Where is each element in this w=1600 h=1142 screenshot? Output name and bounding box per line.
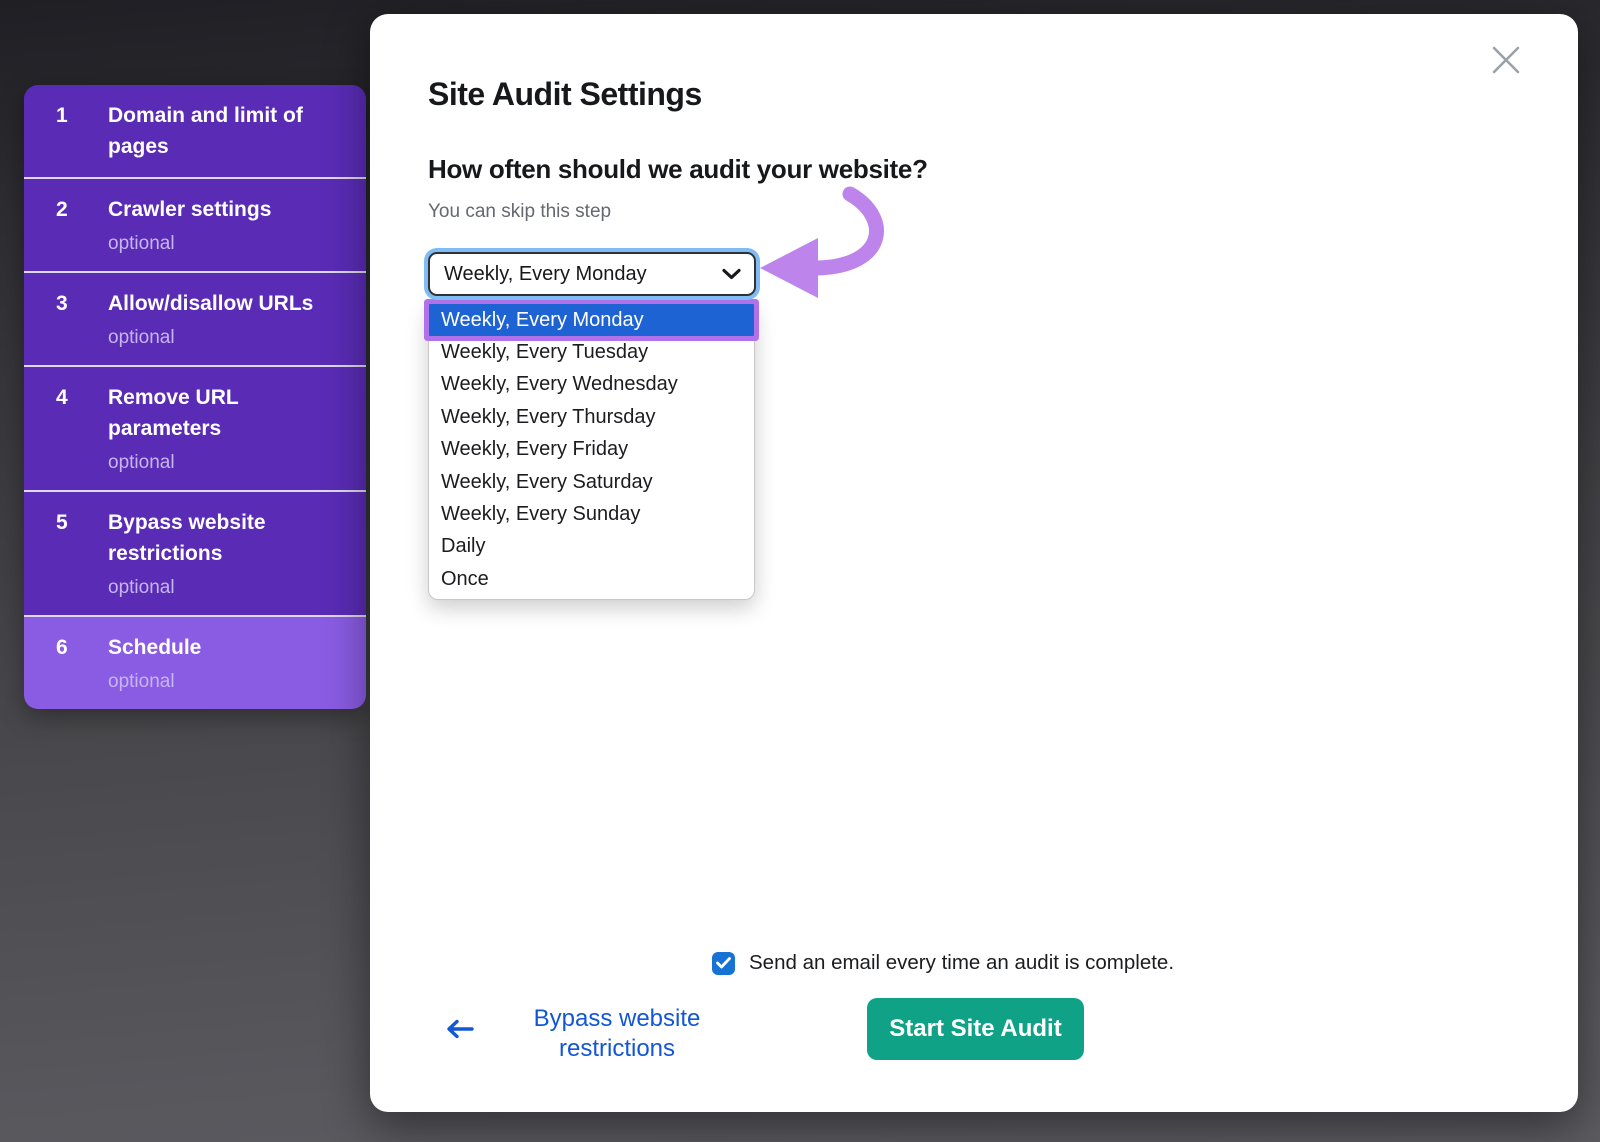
wizard-steps-sidebar: 1 Domain and limit of pages 2 Crawler se… bbox=[24, 85, 366, 709]
dropdown-option-3[interactable]: Weekly, Every Wednesday bbox=[429, 369, 754, 401]
close-icon[interactable] bbox=[1486, 40, 1526, 80]
step-number: 2 bbox=[56, 194, 108, 256]
annotation-arrow bbox=[752, 186, 902, 311]
sidebar-step-1[interactable]: 1 Domain and limit of pages bbox=[24, 85, 366, 177]
step-optional-label: optional bbox=[108, 325, 313, 350]
sidebar-step-5[interactable]: 5 Bypass website restrictions optional bbox=[24, 490, 366, 615]
email-checkbox-label: Send an email every time an audit is com… bbox=[749, 951, 1174, 975]
start-site-audit-button[interactable]: Start Site Audit bbox=[867, 998, 1084, 1060]
frequency-select[interactable]: Weekly, Every Monday bbox=[428, 252, 756, 296]
step-title: Domain and limit of pages bbox=[108, 100, 346, 162]
sidebar-step-3[interactable]: 3 Allow/disallow URLs optional bbox=[24, 271, 366, 365]
step-optional-label: optional bbox=[108, 231, 271, 256]
dropdown-option-1[interactable]: Weekly, Every Monday bbox=[429, 304, 754, 336]
step-optional-label: optional bbox=[108, 575, 346, 600]
back-button[interactable] bbox=[444, 1014, 484, 1044]
step-optional-label: optional bbox=[108, 669, 201, 694]
step-number: 4 bbox=[56, 382, 108, 475]
step-title: Bypass website restrictions bbox=[108, 507, 346, 569]
check-icon bbox=[716, 957, 731, 969]
frequency-select-value: Weekly, Every Monday bbox=[444, 263, 647, 286]
step-title: Schedule bbox=[108, 632, 201, 663]
email-notification-row: Send an email every time an audit is com… bbox=[712, 951, 1174, 975]
dropdown-option-7[interactable]: Weekly, Every Sunday bbox=[429, 498, 754, 530]
sidebar-step-4[interactable]: 4 Remove URL parameters optional bbox=[24, 365, 366, 490]
step-title: Crawler settings bbox=[108, 194, 271, 225]
site-audit-settings-modal: Site Audit Settings How often should we … bbox=[370, 14, 1578, 1112]
sidebar-step-6[interactable]: 6 Schedule optional bbox=[24, 615, 366, 709]
modal-title: Site Audit Settings bbox=[428, 76, 702, 113]
dropdown-option-9[interactable]: Once bbox=[429, 563, 754, 595]
frequency-question: How often should we audit your website? bbox=[428, 154, 928, 185]
step-number: 6 bbox=[56, 632, 108, 694]
dropdown-option-2[interactable]: Weekly, Every Tuesday bbox=[429, 336, 754, 368]
dropdown-option-6[interactable]: Weekly, Every Saturday bbox=[429, 466, 754, 498]
step-title: Remove URL parameters bbox=[108, 382, 346, 444]
skip-step-note: You can skip this step bbox=[428, 201, 611, 223]
dropdown-option-4[interactable]: Weekly, Every Thursday bbox=[429, 401, 754, 433]
step-number: 3 bbox=[56, 288, 108, 350]
step-optional-label: optional bbox=[108, 450, 346, 475]
sidebar-step-2[interactable]: 2 Crawler settings optional bbox=[24, 177, 366, 271]
arrow-left-icon bbox=[444, 1017, 476, 1041]
chevron-down-icon bbox=[722, 268, 741, 280]
step-number: 1 bbox=[56, 100, 108, 162]
email-checkbox[interactable] bbox=[712, 952, 735, 975]
frequency-dropdown-list: Weekly, Every MondayWeekly, Every Tuesda… bbox=[428, 301, 755, 600]
bypass-website-restrictions-link[interactable]: Bypass website restrictions bbox=[512, 1004, 722, 1064]
step-title: Allow/disallow URLs bbox=[108, 288, 313, 319]
dropdown-option-5[interactable]: Weekly, Every Friday bbox=[429, 434, 754, 466]
step-number: 5 bbox=[56, 507, 108, 600]
dropdown-option-8[interactable]: Daily bbox=[429, 531, 754, 563]
